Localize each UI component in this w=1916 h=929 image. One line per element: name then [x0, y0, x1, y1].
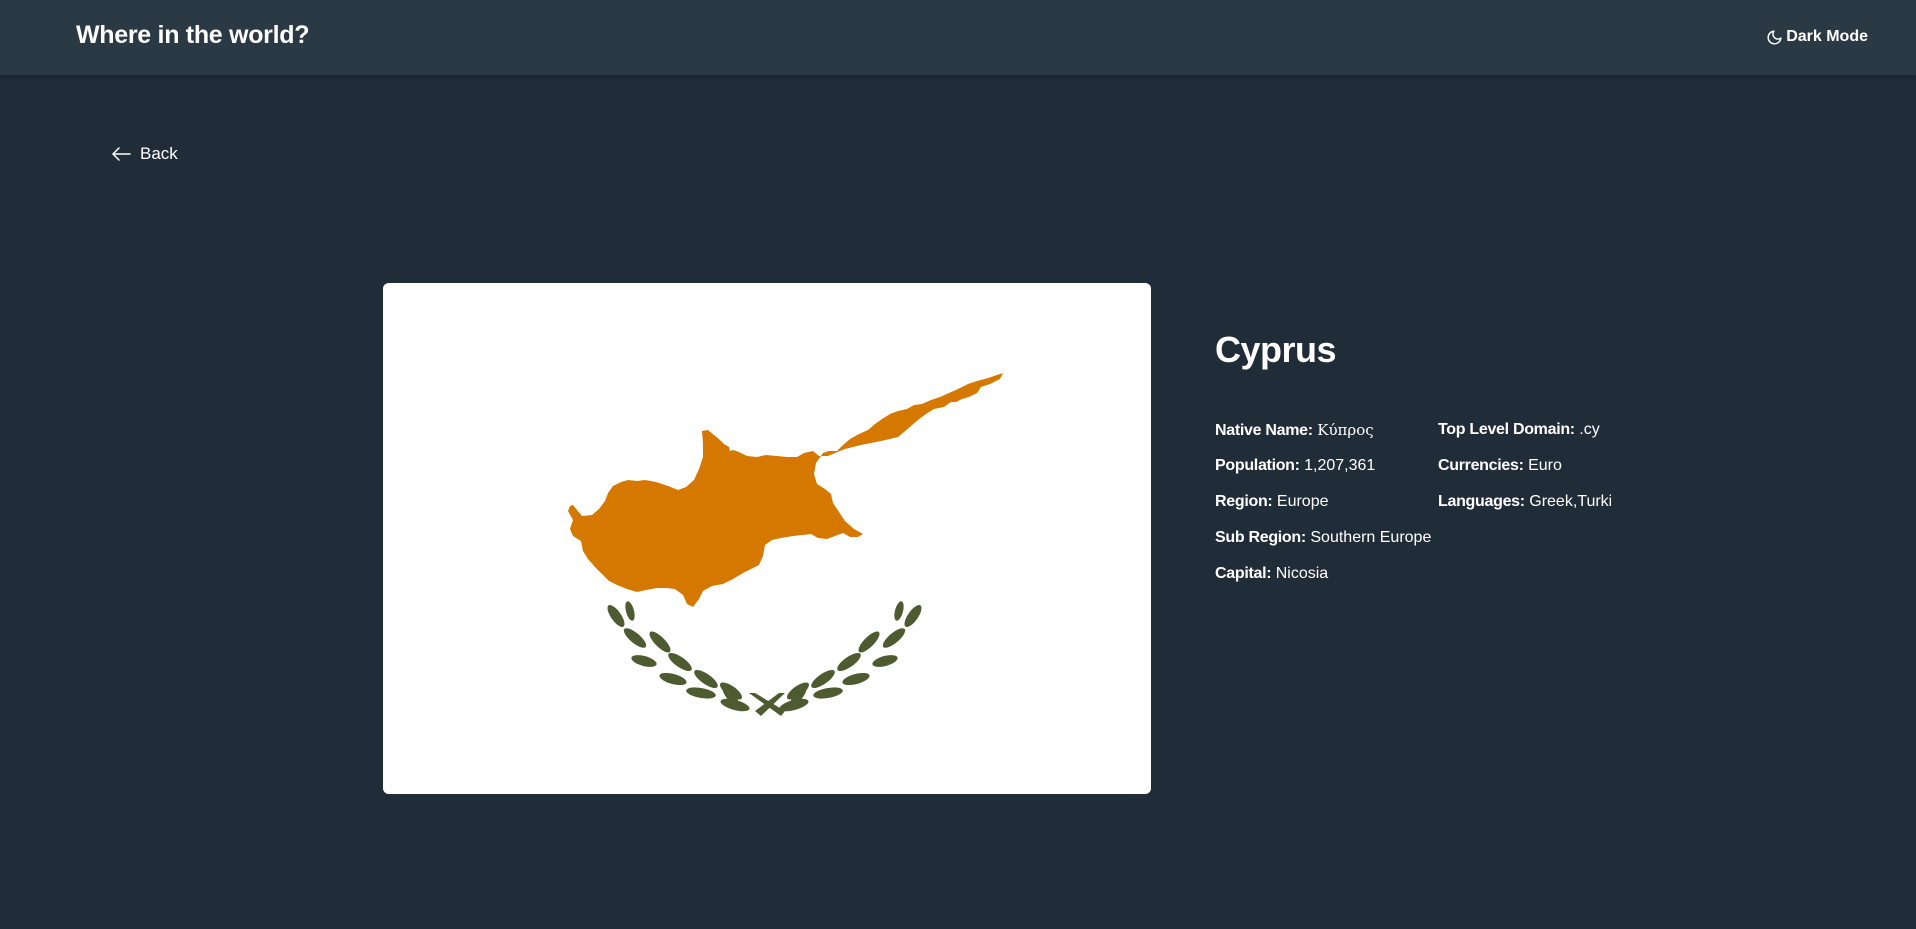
country-flag [383, 283, 1151, 794]
details-secondary: Top Level Domain: .cy Currencies: Euro L… [1438, 420, 1611, 528]
detail-label: Sub Region: [1215, 529, 1306, 546]
detail-value: Europe [1276, 493, 1329, 510]
detail-languages: Languages: Greek,Turkish [1438, 492, 1611, 528]
detail-value: Euro [1528, 457, 1562, 474]
detail-value: Κύπρος [1317, 421, 1374, 439]
app-title: Where in the world? [76, 21, 310, 49]
moon-icon [1766, 29, 1783, 46]
detail-label: Capital: [1215, 565, 1272, 582]
detail-currencies: Currencies: Euro [1438, 456, 1611, 492]
detail-native-name: Native Name: Κύπρος [1215, 420, 1431, 456]
detail-sub-region: Sub Region: Southern Europe [1215, 528, 1431, 564]
detail-value: Greek,Turkish [1529, 493, 1611, 510]
back-label: Back [140, 144, 178, 163]
detail-label: Languages: [1438, 493, 1525, 510]
detail-value: .cy [1579, 421, 1600, 438]
dark-mode-label: Dark Mode [1786, 28, 1868, 45]
detail-population: Population: 1,207,361 [1215, 456, 1431, 492]
dark-mode-toggle[interactable]: Dark Mode [1766, 27, 1868, 47]
detail-value: 1,207,361 [1304, 457, 1376, 474]
detail-label: Region: [1215, 493, 1273, 510]
detail-label: Top Level Domain: [1438, 421, 1575, 438]
detail-label: Currencies: [1438, 457, 1524, 474]
country-name: Cyprus [1215, 329, 1337, 370]
top-header: Where in the world? Dark Mode [0, 0, 1916, 75]
detail-top-level-domain: Top Level Domain: .cy [1438, 420, 1611, 456]
back-button[interactable]: Back [111, 143, 178, 165]
detail-capital: Capital: Nicosia [1215, 564, 1431, 600]
detail-value: Nicosia [1275, 565, 1329, 582]
details-primary: Native Name: Κύπρος Population: 1,207,36… [1215, 420, 1431, 600]
detail-label: Native Name: [1215, 422, 1313, 439]
arrow-left-icon [111, 146, 131, 162]
cyprus-flag-image [383, 283, 1151, 794]
detail-value: Southern Europe [1310, 529, 1432, 546]
detail-region: Region: Europe [1215, 492, 1431, 528]
detail-label: Population: [1215, 457, 1300, 474]
